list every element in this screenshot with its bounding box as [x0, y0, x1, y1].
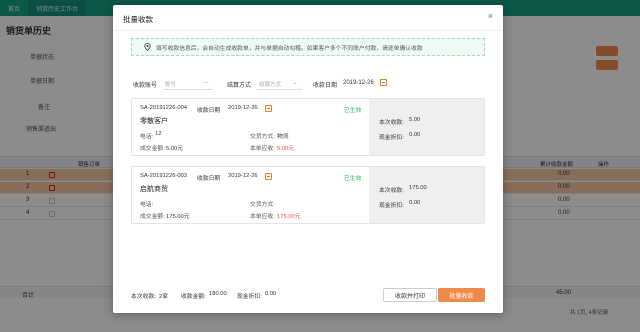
account-dropdown-icon[interactable]: —: [203, 80, 209, 86]
status-badge: 已生效: [344, 108, 362, 114]
card-date-input[interactable]: 2019-12-26: [228, 105, 258, 111]
this-receive-label: 本次收款:: [379, 120, 404, 126]
this-receive-input[interactable]: 5.00: [409, 117, 420, 123]
card-date-input[interactable]: 2019-12-26: [228, 173, 258, 179]
method-select[interactable]: 结算方式: [259, 80, 281, 88]
close-icon[interactable]: ×: [488, 12, 493, 21]
due-label: 本单应收:: [250, 214, 275, 220]
summary-discount-label: 现金折扣:: [237, 294, 262, 300]
receive-and-print-button[interactable]: 收款并打印: [383, 288, 437, 302]
notice-text: 填写收款信息后，会自动生成收款单，并与单据自动勾稽。如果客户多个不同账户付款，请…: [156, 45, 423, 52]
discount-label: 现金折扣:: [379, 135, 404, 141]
method-label: 结算方式: [227, 83, 252, 89]
info-notice: 填写收款信息后，会自动生成收款单，并与单据自动勾稽。如果客户多个不同账户付款，请…: [131, 38, 485, 56]
date-input[interactable]: 2019-12-26: [343, 80, 374, 86]
date-label: 收款日期: [313, 83, 338, 89]
customer-name: 启航商贸: [140, 186, 168, 193]
summary-discount: 0.00: [265, 291, 277, 297]
summary-amount: 180.00: [209, 291, 227, 297]
account-underline: [163, 89, 213, 90]
account-label: 收款账号: [133, 83, 158, 89]
due-value: 5.00元: [277, 146, 295, 152]
customer-name: 零散客户: [140, 118, 168, 125]
summary-amount-label: 收款金额:: [181, 294, 206, 300]
receipt-card: SA-20191226-003 收款日期 2019-12-26 已生效 启航商贸…: [131, 166, 485, 224]
batch-receive-button[interactable]: 批量收款: [438, 288, 485, 302]
due-value: 175.00元: [277, 214, 301, 220]
phone-label: 电话:: [140, 134, 154, 140]
batch-receipt-dialog: 批量收款 × 填写收款信息后，会自动生成收款单，并与单据自动勾稽。如果客户多个不…: [113, 5, 503, 313]
discount-input[interactable]: 0.00: [409, 200, 420, 206]
receipt-card: SA-20191226-004 收款日期 2019-12-26 已生效 零散客户…: [131, 98, 485, 156]
deal-amount-label: 成交金额:: [140, 146, 165, 152]
this-receive-label: 本次收款:: [379, 188, 404, 194]
phone-value: 12: [155, 131, 162, 137]
delivery-label: 交货方式:: [250, 202, 275, 208]
title-divider: [113, 30, 503, 31]
delivery-value: 物流: [277, 134, 289, 140]
calendar-icon[interactable]: [380, 79, 387, 86]
due-label: 本单应收:: [250, 146, 275, 152]
location-pin-icon: [142, 42, 152, 52]
method-underline: [257, 89, 302, 90]
deal-amount-value: 5.00元: [166, 146, 184, 152]
calendar-icon[interactable]: [265, 173, 272, 180]
card-date-label: 收款日期: [197, 108, 221, 114]
card-receipt-panel: 本次收款: 5.00 现金折扣: 0.00: [369, 99, 484, 155]
order-number: SA-20191226-003: [140, 173, 188, 179]
deal-amount-label: 成交金额:: [140, 214, 165, 220]
summary-count-label: 本次收款:: [131, 294, 156, 300]
phone-label: 电话:: [140, 202, 154, 208]
deal-amount-value: 175.00元: [166, 214, 190, 220]
account-input[interactable]: 账号: [165, 80, 176, 88]
this-receive-input[interactable]: 175.00: [409, 185, 427, 191]
dialog-title: 批量收款: [123, 15, 153, 24]
chevron-down-icon[interactable]: ⌄: [293, 80, 298, 86]
order-number: SA-20191226-004: [140, 105, 188, 111]
discount-label: 现金折扣:: [379, 203, 404, 209]
summary-count: 2家: [159, 294, 169, 300]
discount-input[interactable]: 0.00: [409, 132, 420, 138]
delivery-label: 交货方式:: [250, 134, 275, 140]
calendar-icon[interactable]: [265, 105, 272, 112]
card-date-label: 收款日期: [197, 176, 221, 182]
card-receipt-panel: 本次收款: 175.00 现金折扣: 0.00: [369, 167, 484, 223]
status-badge: 已生效: [344, 176, 362, 182]
